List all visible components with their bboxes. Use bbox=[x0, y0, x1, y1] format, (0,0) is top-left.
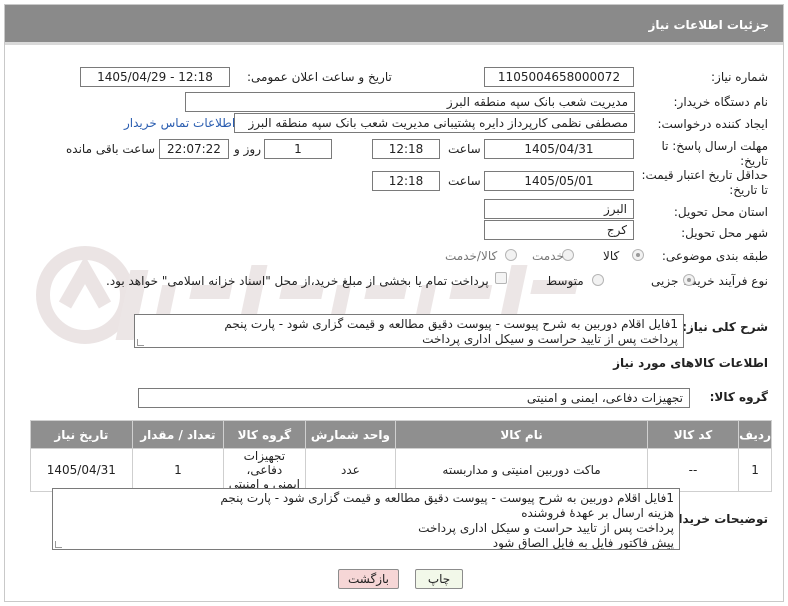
category-option-goods: کالا bbox=[603, 249, 620, 263]
cell-group: تجهیزات دفاعی، ایمنی و امنیتی bbox=[223, 448, 306, 492]
buyer-notes-textarea[interactable]: 1فایل اقلام دوربین به شرح پیوست - پیوست … bbox=[52, 488, 680, 550]
buyer-notes-line: پرداخت پس از تایید حراست و سیکل اداری پر… bbox=[418, 521, 674, 535]
buyer-notes-line: 1فایل اقلام دوربین به شرح پیوست - پیوست … bbox=[220, 491, 674, 505]
resize-grip-icon[interactable] bbox=[137, 339, 144, 346]
column-header-quantity[interactable]: تعداد / مقدار bbox=[131, 420, 225, 449]
deadline-date-field[interactable]: 1405/04/31 bbox=[484, 139, 634, 159]
category-option-service: خدمت bbox=[532, 249, 564, 263]
deadline-time-label: ساعت bbox=[448, 142, 481, 156]
process-radio-minor[interactable] bbox=[683, 274, 695, 286]
column-header-code[interactable]: کد کالا bbox=[646, 420, 740, 449]
city-label: شهر محل تحویل: bbox=[681, 226, 768, 240]
announce-field[interactable]: 1405/04/29 - 12:18 bbox=[80, 67, 230, 87]
category-label: طبقه بندی موضوعی: bbox=[661, 249, 768, 263]
buyer-field[interactable]: مدیریت شعب بانک سپه منطقه البرز bbox=[185, 92, 635, 112]
remaining-label: ساعت باقی مانده bbox=[66, 142, 156, 156]
goods-table: ردیف کد کالا نام کالا واحد شمارش گروه کا… bbox=[30, 420, 772, 492]
cell-need-date: 1405/04/31 bbox=[30, 448, 133, 492]
summary-label: شرح کلی نیاز: bbox=[682, 320, 768, 334]
column-header-group[interactable]: گروه کالا bbox=[223, 420, 306, 449]
summary-line: 1فایل اقلام دوربین به شرح پیوست - پیوست … bbox=[224, 317, 678, 331]
goods-group-label: گروه کالا: bbox=[709, 390, 768, 404]
print-button[interactable]: چاپ bbox=[415, 569, 463, 589]
days-field[interactable]: 1 bbox=[264, 139, 332, 159]
process-label: نوع فرآیند خرید : bbox=[683, 274, 768, 288]
column-header-unit[interactable]: واحد شمارش bbox=[304, 420, 397, 449]
cell-row-number: 1 bbox=[738, 448, 772, 492]
validity-date-field[interactable]: 1405/05/01 bbox=[484, 171, 634, 191]
city-field[interactable]: کرج bbox=[484, 220, 634, 240]
validity-label: حداقل تاریخ اعتبار قیمت: تا تاریخ: bbox=[641, 168, 768, 197]
panel-header: جزئیات اطلاعات نیاز bbox=[5, 5, 783, 45]
need-number-field[interactable]: 1105004658000072 bbox=[484, 67, 634, 87]
column-header-row-number[interactable]: ردیف bbox=[738, 420, 772, 449]
cell-unit: عدد bbox=[304, 448, 397, 492]
requester-label: ایجاد کننده درخواست: bbox=[657, 117, 768, 131]
need-number-label: شماره نیاز: bbox=[711, 70, 768, 84]
summary-textarea[interactable]: 1فایل اقلام دوربین به شرح پیوست - پیوست … bbox=[134, 314, 684, 348]
validity-time-field[interactable]: 12:18 bbox=[372, 171, 440, 191]
goods-section-title: اطلاعات کالاهای مورد نیاز bbox=[613, 356, 768, 370]
category-radio-goods[interactable] bbox=[632, 249, 644, 261]
buyer-contact-link[interactable]: اطلاعات تماس خریدار bbox=[124, 116, 235, 130]
process-radio-medium[interactable] bbox=[592, 274, 604, 286]
buyer-notes-line: پیش فاکتور فایل به فایل الصاق شود bbox=[492, 536, 674, 550]
announce-label: تاریخ و ساعت اعلان عمومی: bbox=[247, 70, 392, 84]
treasury-payment-note: پرداخت تمام یا بخشی از مبلغ خرید،از محل … bbox=[106, 274, 489, 288]
table-row[interactable]: 1 -- ماکت دوربین امنیتی و مداربسته عدد ت… bbox=[30, 448, 772, 492]
summary-line: پرداخت پس از تایید حراست و سیکل اداری پر… bbox=[422, 332, 678, 346]
province-label: استان محل تحویل: bbox=[673, 205, 768, 219]
category-option-goods-service: کالا/خدمت bbox=[445, 249, 498, 263]
process-option-minor: جزیی bbox=[651, 274, 679, 288]
column-header-name[interactable]: نام کالا bbox=[395, 420, 648, 449]
cell-code: -- bbox=[646, 448, 740, 492]
validity-time-label: ساعت bbox=[448, 174, 481, 188]
process-option-medium: متوسط bbox=[546, 274, 584, 288]
deadline-time-field[interactable]: 12:18 bbox=[372, 139, 440, 159]
goods-group-field[interactable]: تجهیزات دفاعی، ایمنی و امنیتی bbox=[138, 388, 690, 408]
buyer-notes-label: توضیحات خریدار: bbox=[666, 512, 768, 526]
cell-name: ماکت دوربین امنیتی و مداربسته bbox=[395, 448, 648, 492]
treasury-payment-checkbox[interactable] bbox=[495, 272, 507, 284]
cell-quantity: 1 bbox=[131, 448, 225, 492]
buyer-label: نام دستگاه خریدار: bbox=[673, 95, 769, 109]
cell-group-line: تجهیزات دفاعی، bbox=[243, 449, 286, 477]
days-label: روز و bbox=[234, 142, 261, 156]
remaining-time-field[interactable]: 22:07:22 bbox=[159, 139, 229, 159]
requester-field[interactable]: مصطفی نظمی کارپرداز دایره پشتیبانی مدیری… bbox=[234, 113, 635, 133]
column-header-need-date[interactable]: تاریخ نیاز bbox=[30, 420, 133, 449]
back-button[interactable]: بازگشت bbox=[338, 569, 399, 589]
province-field[interactable]: البرز bbox=[484, 199, 634, 219]
deadline-label: مهلت ارسال پاسخ: تا تاریخ: bbox=[661, 139, 768, 168]
resize-grip-icon[interactable] bbox=[55, 541, 62, 548]
table-header-row: ردیف کد کالا نام کالا واحد شمارش گروه کا… bbox=[30, 420, 772, 449]
panel-title: جزئیات اطلاعات نیاز bbox=[648, 18, 769, 32]
buyer-notes-line: هزینه ارسال بر عهدهٔ فروشنده bbox=[521, 506, 674, 520]
category-radio-goods-service[interactable] bbox=[505, 249, 517, 261]
